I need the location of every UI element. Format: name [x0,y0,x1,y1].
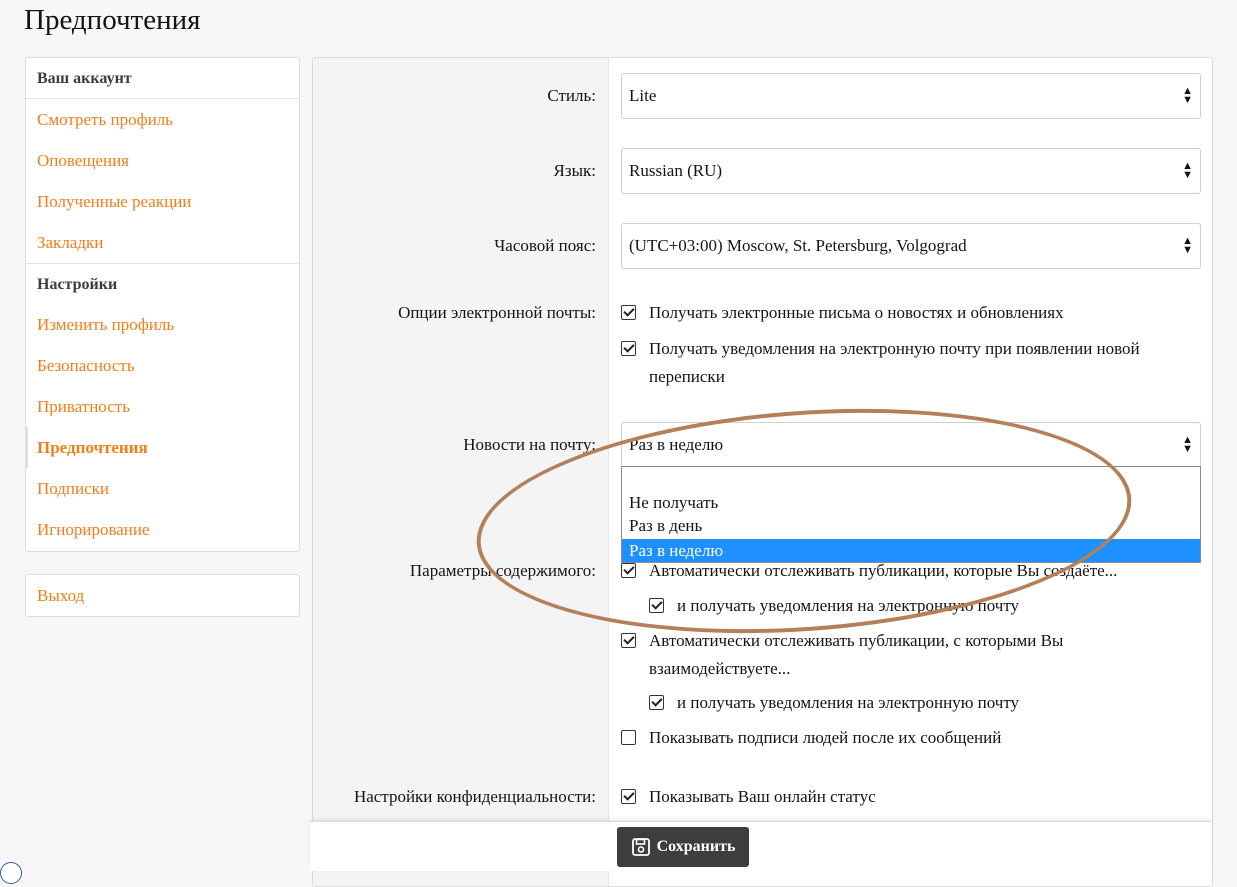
show-signatures-text: Показывать подписи людей после их сообще… [649,728,1002,747]
language-select[interactable]: Russian (RU) ▲ ▼ [621,148,1201,194]
watch-interacted-email-text: и получать уведомления на электронную по… [677,693,1020,712]
sidebar-item-privacy[interactable]: Приватность [26,386,299,427]
up-down-arrows-icon: ▲ ▼ [1182,85,1193,106]
email-news-text: Получать электронные письма о новостях и… [649,303,1064,322]
news-email-label: Новости на почту: [463,435,596,454]
email-news-option: Получать электронные письма о новостях и… [621,299,1064,327]
watch-interacted-text-line2: взаимодействуете... [649,659,791,678]
watch-interacted-option: Автоматически отслеживать публикации, с … [621,627,1063,683]
language-select-value: Russian (RU) [629,161,723,180]
news-option-none[interactable]: Не получать [622,491,1200,514]
watch-created-email-option: и получать уведомления на электронную по… [649,592,1019,620]
sidebar-item-alerts[interactable]: Оповещения [26,140,299,181]
style-select[interactable]: Lite ▲ ▼ [621,73,1201,119]
news-option-weekly[interactable]: Раз в неделю [622,539,1200,562]
watch-created-checkbox[interactable] [621,563,636,578]
news-email-dropdown-list: Не получать Раз в день Раз в неделю [621,466,1201,563]
label-column [313,58,609,886]
news-option-daily[interactable]: Раз в день [622,514,1200,537]
sidebar-logout-block: Выход [25,574,300,617]
sidebar-item-security[interactable]: Безопасность [26,345,299,386]
online-status-option: Показывать Ваш онлайн статус [621,783,876,811]
watch-created-email-checkbox[interactable] [649,598,664,613]
privacy-settings-label: Настройки конфиденциальности: [353,787,596,806]
email-conversation-text-line1: Получать уведомления на электронную почт… [649,339,1140,358]
show-signatures-checkbox[interactable] [621,730,636,745]
up-down-arrows-icon: ▲ ▼ [1182,235,1193,256]
timezone-label: Часовой пояс: [494,236,596,255]
online-status-checkbox[interactable] [621,789,636,804]
save-button[interactable]: Сохранить [617,827,749,867]
save-button-label: Сохранить [656,838,736,855]
up-down-arrows-icon: ▲ ▼ [1182,434,1193,455]
show-signatures-option: Показывать подписи людей после их сообще… [621,724,1001,752]
sidebar-heading-account: Ваш аккаунт [26,58,299,99]
style-select-value: Lite [629,86,657,105]
sidebar-item-bookmarks[interactable]: Закладки [26,222,299,263]
language-label: Язык: [553,161,596,180]
sidebar-item-preferences[interactable]: Предпочтения [25,427,299,468]
sidebar-nav: Ваш аккаунт Смотреть профиль Оповещения … [25,57,300,552]
sidebar-item-subscriptions[interactable]: Подписки [26,468,299,509]
page-title: Предпочтения [24,4,201,36]
news-email-select[interactable]: Раз в неделю ▲ ▼ [621,422,1201,468]
sidebar-item-ignoring[interactable]: Игнорирование [26,509,299,550]
sidebar-heading-settings: Настройки [26,263,299,304]
sidebar-item-edit-profile[interactable]: Изменить профиль [26,304,299,345]
content-params-label: Параметры содержимого: [409,561,596,580]
watch-interacted-email-checkbox[interactable] [649,695,664,710]
watch-interacted-checkbox[interactable] [621,633,636,648]
style-label: Стиль: [547,86,596,105]
online-status-text: Показывать Ваш онлайн статус [649,787,876,806]
corner-widget-icon[interactable] [0,862,22,884]
sidebar-item-view-profile[interactable]: Смотреть профиль [26,99,299,140]
up-down-arrows-icon: ▲ ▼ [1182,160,1193,181]
sidebar-item-reactions[interactable]: Полученные реакции [26,181,299,222]
save-bar: Сохранить [310,821,1212,871]
watch-interacted-text: Автоматически отслеживать публикации, с … [649,627,1063,683]
email-conversation-option: Получать уведомления на электронную почт… [621,335,1140,391]
news-email-select-value: Раз в неделю [629,435,724,454]
watch-created-email-text: и получать уведомления на электронную по… [677,596,1020,615]
preferences-form: Стиль: Lite ▲ ▼ Язык: Russian (RU) ▲ ▼ Час… [312,57,1213,887]
email-news-checkbox[interactable] [621,305,636,320]
watch-interacted-email-option: и получать уведомления на электронную по… [649,689,1019,717]
timezone-select-value: (UTC+03:00) Moscow, St. Petersburg, Volg… [629,236,967,255]
email-conversation-checkbox[interactable] [621,341,636,356]
floppy-disk-icon [631,838,650,856]
email-conversation-text-line2: переписки [649,367,725,386]
logout-link[interactable]: Выход [26,575,299,616]
timezone-select[interactable]: (UTC+03:00) Moscow, St. Petersburg, Volg… [621,223,1201,269]
email-conversation-text: Получать уведомления на электронную почт… [649,335,1140,391]
watch-interacted-text-line1: Автоматически отслеживать публикации, с … [649,631,1064,650]
email-options-label: Опции электронной почты: [398,303,596,322]
